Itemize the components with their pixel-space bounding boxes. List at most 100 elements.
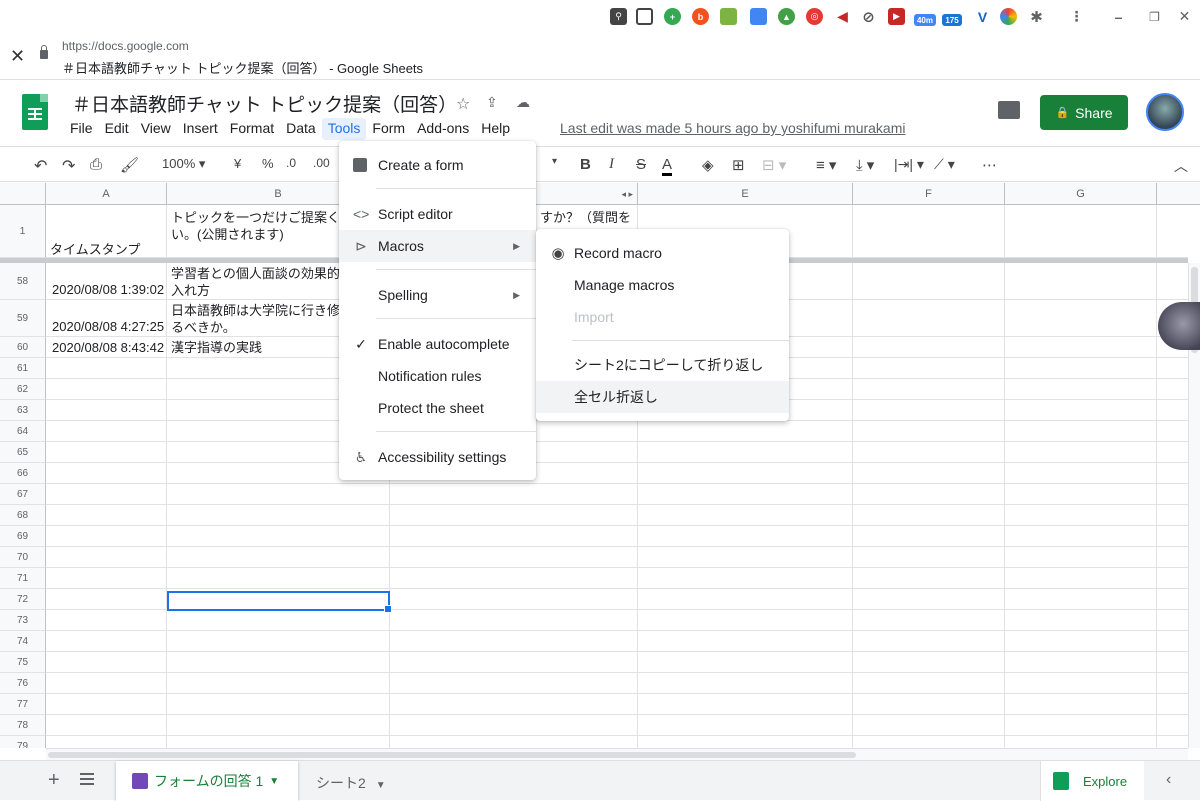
chevron-down-icon[interactable]: ▼ — [269, 776, 279, 787]
menu-item-spelling[interactable]: Spelling ▶ — [339, 279, 536, 311]
font-size-dropdown-icon[interactable]: ▾ — [552, 156, 557, 167]
merge-cells-icon[interactable]: ⊟ ▾ — [762, 156, 786, 174]
menu-item-protect-sheet[interactable]: Protect the sheet — [339, 392, 536, 424]
extension-icon[interactable] — [636, 8, 653, 25]
chevron-down-icon[interactable]: ▼ — [376, 780, 386, 791]
more-vert-icon[interactable]: ⋮ — [1068, 8, 1085, 25]
vertical-align-icon[interactable]: ⤓ ▾ — [856, 156, 874, 174]
badge-40m[interactable]: 40m — [914, 14, 936, 26]
row-header[interactable]: 63 — [0, 400, 46, 421]
percent-button[interactable]: % — [262, 156, 274, 171]
sheet-tab-sheet2[interactable]: シート2 ▼ — [316, 773, 386, 793]
comment-icon[interactable] — [998, 101, 1020, 119]
row-header[interactable]: 68 — [0, 505, 46, 526]
extension-icon[interactable]: + — [664, 8, 681, 25]
row-header[interactable]: 71 — [0, 568, 46, 589]
v-extension-icon[interactable]: V — [974, 8, 991, 25]
text-wrap-icon[interactable]: |⇥| ▾ — [894, 156, 924, 173]
cloud-status-icon[interactable]: ☁ — [516, 94, 530, 111]
header-cell-a[interactable]: タイムスタンプ — [50, 241, 165, 258]
menu-insert[interactable]: Insert — [177, 118, 224, 140]
all-sheets-icon[interactable] — [80, 773, 94, 785]
explore-button[interactable]: Explore — [1040, 761, 1144, 801]
row-header[interactable]: 78 — [0, 715, 46, 736]
menu-item-macros[interactable]: ⊳ Macros ▶ — [339, 230, 536, 262]
row-header-1[interactable]: 1 — [0, 205, 46, 258]
align-left-icon[interactable]: ≡ ▾ — [816, 156, 836, 174]
paint-format-icon[interactable]: 🖌 — [120, 156, 139, 174]
doc-title[interactable]: ＃日本語教師チャット トピック提案（回答） — [72, 90, 457, 117]
undo-icon[interactable]: ↶ — [34, 156, 47, 176]
column-header-e[interactable]: E — [638, 183, 853, 205]
fill-color-icon[interactable]: ◈ — [702, 156, 714, 174]
cell-timestamp[interactable]: 2020/08/08 4:27:25 — [52, 318, 165, 335]
bold-button[interactable]: B — [580, 156, 591, 173]
row-header[interactable]: 79 — [0, 736, 46, 748]
row-header[interactable]: 72 — [0, 589, 46, 610]
row-header[interactable]: 62 — [0, 379, 46, 400]
print-icon[interactable]: ⎙ — [90, 156, 102, 173]
cell-timestamp[interactable]: 2020/08/08 8:43:42 — [52, 339, 165, 356]
text-color-button[interactable]: A — [662, 156, 673, 176]
puzzle-icon[interactable]: ✱ — [1028, 8, 1045, 26]
badge-175[interactable]: 175 — [942, 14, 962, 26]
row-header[interactable]: 69 — [0, 526, 46, 547]
menu-item-record-macro[interactable]: ◉ Record macro — [536, 237, 789, 269]
italic-button[interactable]: I — [609, 156, 614, 173]
youtube-icon[interactable]: ▶ — [888, 8, 905, 25]
row-header[interactable]: 77 — [0, 694, 46, 715]
menu-item-notification-rules[interactable]: Notification rules — [339, 360, 536, 392]
extension-icon[interactable] — [750, 8, 767, 25]
column-header-a[interactable]: A — [46, 183, 167, 205]
block-icon[interactable]: ⊘ — [860, 8, 877, 26]
cell-timestamp[interactable]: 2020/08/08 1:39:02 — [52, 281, 165, 298]
menu-item-manage-macros[interactable]: Manage macros — [536, 269, 789, 301]
row-header[interactable]: 64 — [0, 421, 46, 442]
text-rotate-icon[interactable]: ⟋ ▾ — [934, 156, 955, 173]
menu-item-script-editor[interactable]: <> Script editor — [339, 198, 536, 230]
collapse-toolbar-icon[interactable]: ︿ — [1174, 156, 1188, 176]
column-header-f[interactable]: F — [853, 183, 1005, 205]
row-header[interactable]: 70 — [0, 547, 46, 568]
menu-item-create-form[interactable]: Create a form — [339, 149, 536, 181]
zoom-select[interactable]: 100% ▾ — [162, 156, 205, 172]
megaphone-icon[interactable]: ◀ — [834, 8, 851, 25]
share-button[interactable]: 🔒 Share — [1040, 95, 1128, 130]
row-header[interactable]: 73 — [0, 610, 46, 631]
row-header[interactable]: 76 — [0, 673, 46, 694]
url-text[interactable]: https://docs.google.com — [62, 39, 189, 53]
menu-data[interactable]: Data — [280, 118, 322, 140]
menu-item-autocomplete[interactable]: ✓ Enable autocomplete — [339, 328, 536, 360]
avatar[interactable] — [1146, 93, 1184, 131]
menu-edit[interactable]: Edit — [99, 118, 135, 140]
more-icon[interactable]: ⋯ — [982, 156, 997, 174]
column-header-g[interactable]: G — [1005, 183, 1157, 205]
extension-icon[interactable]: b — [692, 8, 709, 25]
chevron-left-icon[interactable]: ‹ — [1166, 771, 1171, 789]
extension-icon[interactable]: ⚲ — [610, 8, 627, 25]
row-header[interactable]: 60 — [0, 337, 46, 358]
move-folder-icon[interactable]: ⇪ — [486, 94, 498, 111]
star-icon[interactable]: ☆ — [456, 94, 470, 114]
currency-button[interactable]: ¥ — [234, 156, 241, 171]
add-sheet-icon[interactable]: + — [48, 769, 60, 792]
menu-file[interactable]: File — [64, 118, 99, 140]
menu-addons[interactable]: Add-ons — [411, 118, 475, 140]
restore-icon[interactable]: ❐ — [1146, 8, 1163, 25]
close-window-icon[interactable]: ✕ — [1176, 8, 1193, 25]
sheet-tab-form-responses[interactable]: フォームの回答 1 ▼ — [116, 761, 298, 801]
extension-icon[interactable]: ▲ — [778, 8, 795, 25]
menu-item-accessibility[interactable]: ♿ Accessibility settings — [339, 441, 536, 473]
chrome-icon[interactable] — [1000, 8, 1017, 25]
horizontal-scrollbar[interactable] — [46, 748, 1188, 760]
strikethrough-button[interactable]: S — [636, 156, 646, 173]
menu-help[interactable]: Help — [475, 118, 516, 140]
increase-decimal-button[interactable]: .00 — [313, 156, 330, 170]
side-panel-avatar[interactable] — [1158, 302, 1200, 350]
row-header[interactable]: 67 — [0, 484, 46, 505]
row-header[interactable]: 58 — [0, 263, 46, 300]
last-edit-link[interactable]: Last edit was made 5 hours ago by yoshif… — [560, 120, 906, 136]
header-cell-d[interactable]: すか？（質問を — [540, 209, 636, 226]
menu-item-macro-wrap-all[interactable]: 全セル折返し — [536, 381, 789, 413]
row-header[interactable]: 59 — [0, 300, 46, 337]
